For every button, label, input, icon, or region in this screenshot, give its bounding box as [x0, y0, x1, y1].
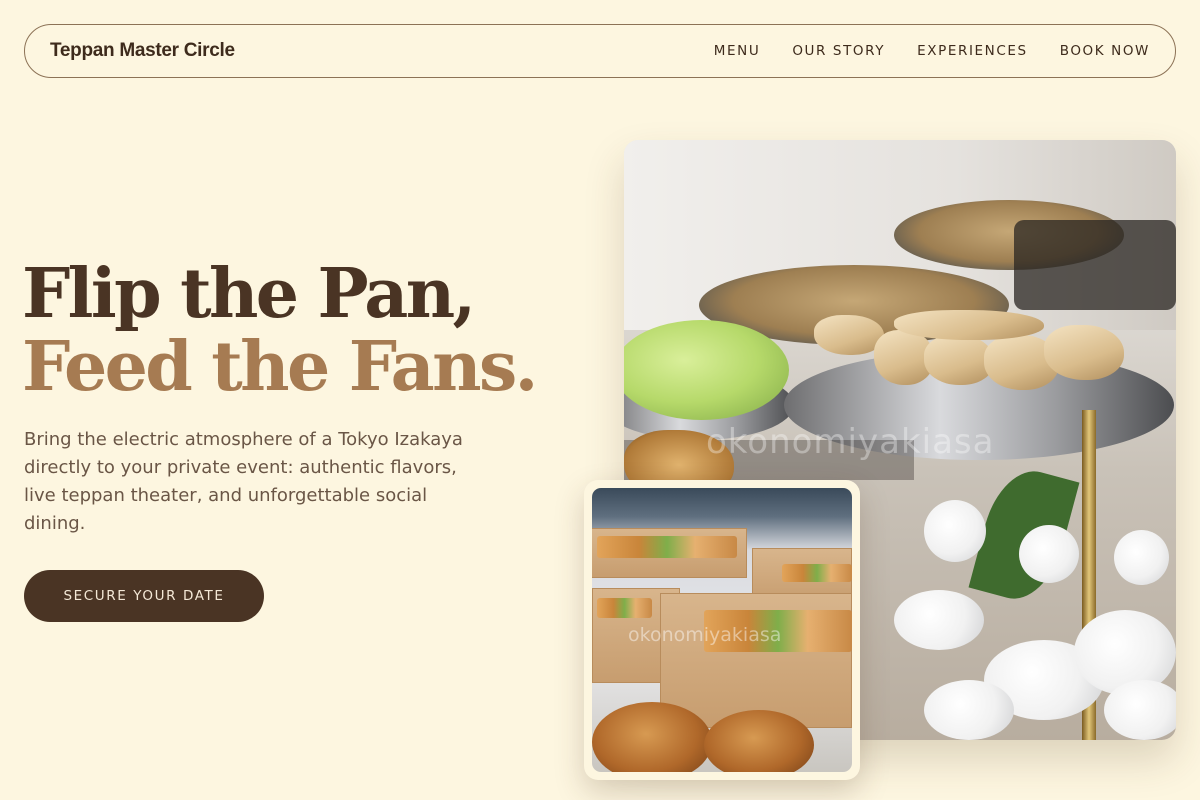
photo-watermark: okonomiyakiasa: [706, 422, 995, 462]
nav-link-menu[interactable]: MENU: [714, 43, 761, 59]
box-food: [782, 564, 852, 582]
box-food: [597, 536, 737, 558]
white-stone: [1104, 680, 1176, 740]
white-stone: [924, 680, 1014, 740]
nav-link-experiences[interactable]: EXPERIENCES: [917, 43, 1028, 59]
dark-tray: [1014, 220, 1176, 310]
hero-title: Flip the Pan, Feed the Fans.: [22, 254, 538, 407]
white-stone: [894, 590, 984, 650]
hero-title-line-2: Feed the Fans.: [22, 327, 538, 407]
box-food: [597, 598, 652, 618]
brand-logo-text[interactable]: Teppan Master Circle: [50, 40, 235, 62]
boxed-sandwiches-photo: okonomiyakiasa: [592, 488, 852, 772]
croissant: [704, 710, 814, 772]
inset-photo-frame: okonomiyakiasa: [584, 480, 860, 780]
white-flower: [1114, 530, 1169, 585]
crepe-roll: [1044, 325, 1124, 380]
inset-watermark: okonomiyakiasa: [628, 624, 782, 646]
white-flower: [924, 500, 986, 562]
hero-description: Bring the electric atmosphere of a Tokyo…: [24, 429, 463, 534]
white-flower: [1019, 525, 1079, 583]
secure-your-date-button[interactable]: SECURE YOUR DATE: [24, 570, 264, 622]
hero-title-line-1: Flip the Pan,: [22, 254, 476, 334]
top-navigation-bar: Teppan Master Circle MENU OUR STORY EXPE…: [24, 24, 1176, 78]
nav-link-our-story[interactable]: OUR STORY: [792, 43, 885, 59]
croissant: [592, 702, 712, 772]
nav-link-book-now[interactable]: BOOK NOW: [1060, 43, 1150, 59]
crepe-roll: [894, 310, 1044, 340]
nav-links: MENU OUR STORY EXPERIENCES BOOK NOW: [682, 43, 1150, 59]
